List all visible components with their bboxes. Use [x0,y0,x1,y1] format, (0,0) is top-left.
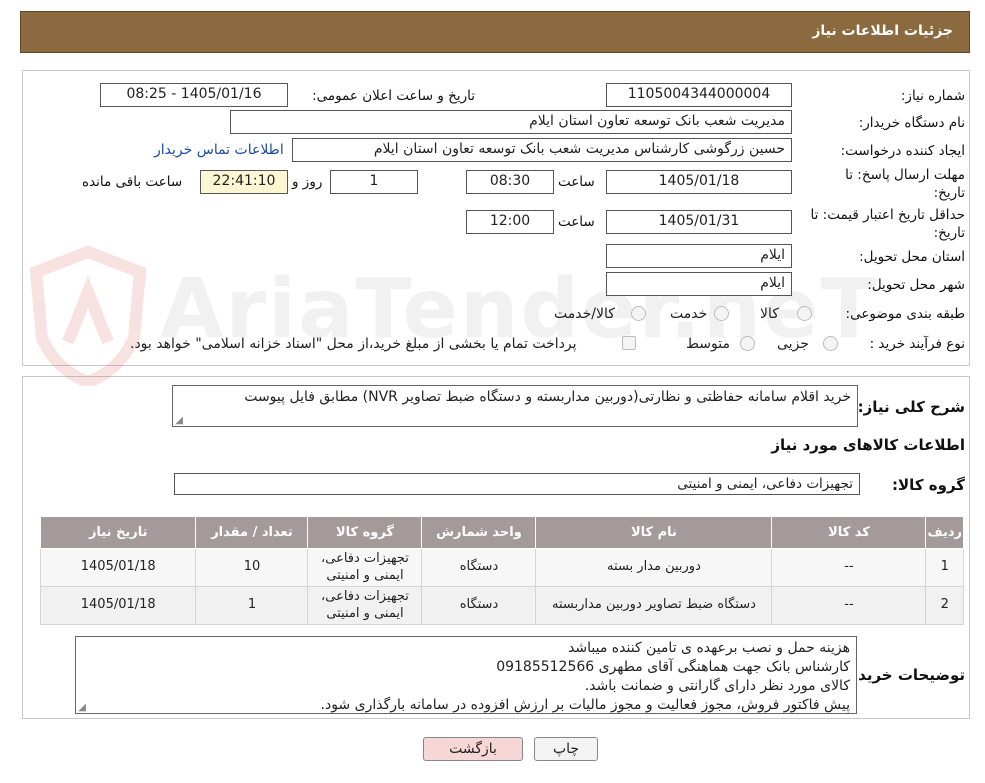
treasury-payment-checkbox[interactable] [622,336,636,350]
process-option-minor: جزیی [777,336,809,352]
summary-resize-grip-icon[interactable]: ◢ [175,416,183,426]
cell-item-code: -- [771,586,927,625]
process-radio-minor[interactable] [823,336,838,351]
page-header: جزئیات اطلاعات نیاز [20,11,970,53]
validity-date-field: 1405/01/31 [606,210,792,234]
remaining-time-field: 22:41:10 [200,170,288,194]
category-option-service: خدمت [670,306,708,322]
announce-field: 1405/01/16 - 08:25 [100,83,288,107]
buyer-notes-line: پیش فاکتور فروش، مجوز فعالیت و مجوز مالی… [320,697,850,713]
cell-item-name: دوربین مدار بسته [535,548,773,587]
goods-table: ردیف کد کالا نام کالا واحد شمارش گروه کا… [39,516,964,625]
watermark-shield-icon [29,246,147,386]
remaining-label: ساعت باقی مانده [82,174,183,190]
category-option-goods: کالا [760,306,779,322]
cell-row-number: 1 [925,548,964,587]
process-option-medium: متوسط [686,336,730,352]
notes-resize-grip-icon[interactable]: ◢ [78,703,86,713]
creator-label: ایجاد کننده درخواست: [840,143,965,159]
province-field: ایلام [606,244,792,268]
cell-item-group: تجهیزات دفاعی، ایمنی و امنیتی [307,586,423,625]
cell-need-date: 1405/01/18 [39,586,197,625]
cell-item-group: تجهیزات دفاعی، ایمنی و امنیتی [307,548,423,587]
buyer-label: نام دستگاه خریدار: [858,115,965,131]
goods-table-header: ردیف کد کالا نام کالا واحد شمارش گروه کا… [39,516,964,549]
buyer-field: مدیریت شعب بانک توسعه تعاون استان ایلام [230,110,792,134]
cell-quantity: 10 [195,548,309,587]
category-radio-goods[interactable] [797,306,812,321]
summary-text: خرید اقلام سامانه حفاظتی و نظارتی(دوربین… [244,389,851,405]
col-quantity: تعداد / مقدار [195,516,309,549]
province-label: استان محل تحویل: [859,249,965,265]
buyer-notes-line: کارشناس بانک جهت هماهنگی آقای مطهری 0918… [496,659,850,675]
category-radio-goods-service[interactable] [631,306,646,321]
cell-unit: دستگاه [421,548,537,587]
back-button[interactable]: بازگشت [423,737,523,761]
col-item-name: نام کالا [535,516,773,549]
buyer-notes-line: هزینه حمل و نصب برعهده ی تامین کننده میب… [568,640,850,656]
goods-group-field: تجهیزات دفاعی، ایمنی و امنیتی [174,473,860,495]
reply-deadline-label: مهلت ارسال پاسخ: تا تاریخ: [845,167,965,201]
goods-info-title: اطلاعات کالاهای مورد نیاز [771,436,965,454]
category-option-goods-service: کالا/خدمت [554,306,615,322]
process-radio-medium[interactable] [740,336,755,351]
col-item-code: کد کالا [771,516,927,549]
category-label: طبقه بندی موضوعی: [845,306,965,322]
table-row: 2 -- دستگاه ضبط تصاویر دوربین مداربسته د… [39,586,964,625]
days-field: 1 [330,170,418,194]
reply-date-field: 1405/01/18 [606,170,792,194]
cell-item-name: دستگاه ضبط تصاویر دوربین مداربسته [535,586,773,625]
cell-need-date: 1405/01/18 [39,548,197,587]
summary-textarea[interactable]: خرید اقلام سامانه حفاظتی و نظارتی(دوربین… [172,385,858,427]
city-label: شهر محل تحویل: [867,277,965,293]
need-number-label: شماره نیاز: [900,88,965,104]
treasury-payment-note: پرداخت تمام یا بخشی از مبلغ خرید،از محل … [130,336,577,352]
cell-row-number: 2 [925,586,964,625]
buyer-notes-line: کالای مورد نظر دارای گارانتی و ضمانت باش… [584,678,850,694]
col-row-number: ردیف [925,516,964,549]
col-need-date: تاریخ نیاز [39,516,197,549]
buyer-contact-link[interactable]: اطلاعات تماس خریدار [154,142,284,158]
days-label: روز و [292,174,323,190]
reply-time-field: 08:30 [466,170,554,194]
goods-group-label: گروه کالا: [892,476,965,494]
reply-time-label: ساعت [558,174,595,190]
creator-field: حسین زرگوشی کارشناس مدیریت شعب بانک توسع… [292,138,792,162]
buyer-notes-textarea[interactable]: هزینه حمل و نصب برعهده ی تامین کننده میب… [75,636,857,714]
validity-time-field: 12:00 [466,210,554,234]
buyer-notes-label: توضیحات خریدار: [838,666,965,684]
col-item-group: گروه کالا [307,516,423,549]
cell-quantity: 1 [195,586,309,625]
process-label: نوع فرآیند خرید : [869,336,965,352]
need-number-field: 1105004344000004 [606,83,792,107]
city-field: ایلام [606,272,792,296]
cell-item-code: -- [771,548,927,587]
validity-time-label: ساعت [558,214,595,230]
col-unit: واحد شمارش [421,516,537,549]
table-row: 1 -- دوربین مدار بسته دستگاه تجهیزات دفا… [39,548,964,587]
category-radio-service[interactable] [714,306,729,321]
announce-label: تاریخ و ساعت اعلان عمومی: [312,88,475,104]
print-button[interactable]: چاپ [534,737,598,761]
cell-unit: دستگاه [421,586,537,625]
page-title: جزئیات اطلاعات نیاز [812,23,953,39]
validity-label: حداقل تاریخ اعتبار قیمت: تا تاریخ: [810,207,965,241]
summary-label: شرح کلی نیاز: [857,398,965,416]
